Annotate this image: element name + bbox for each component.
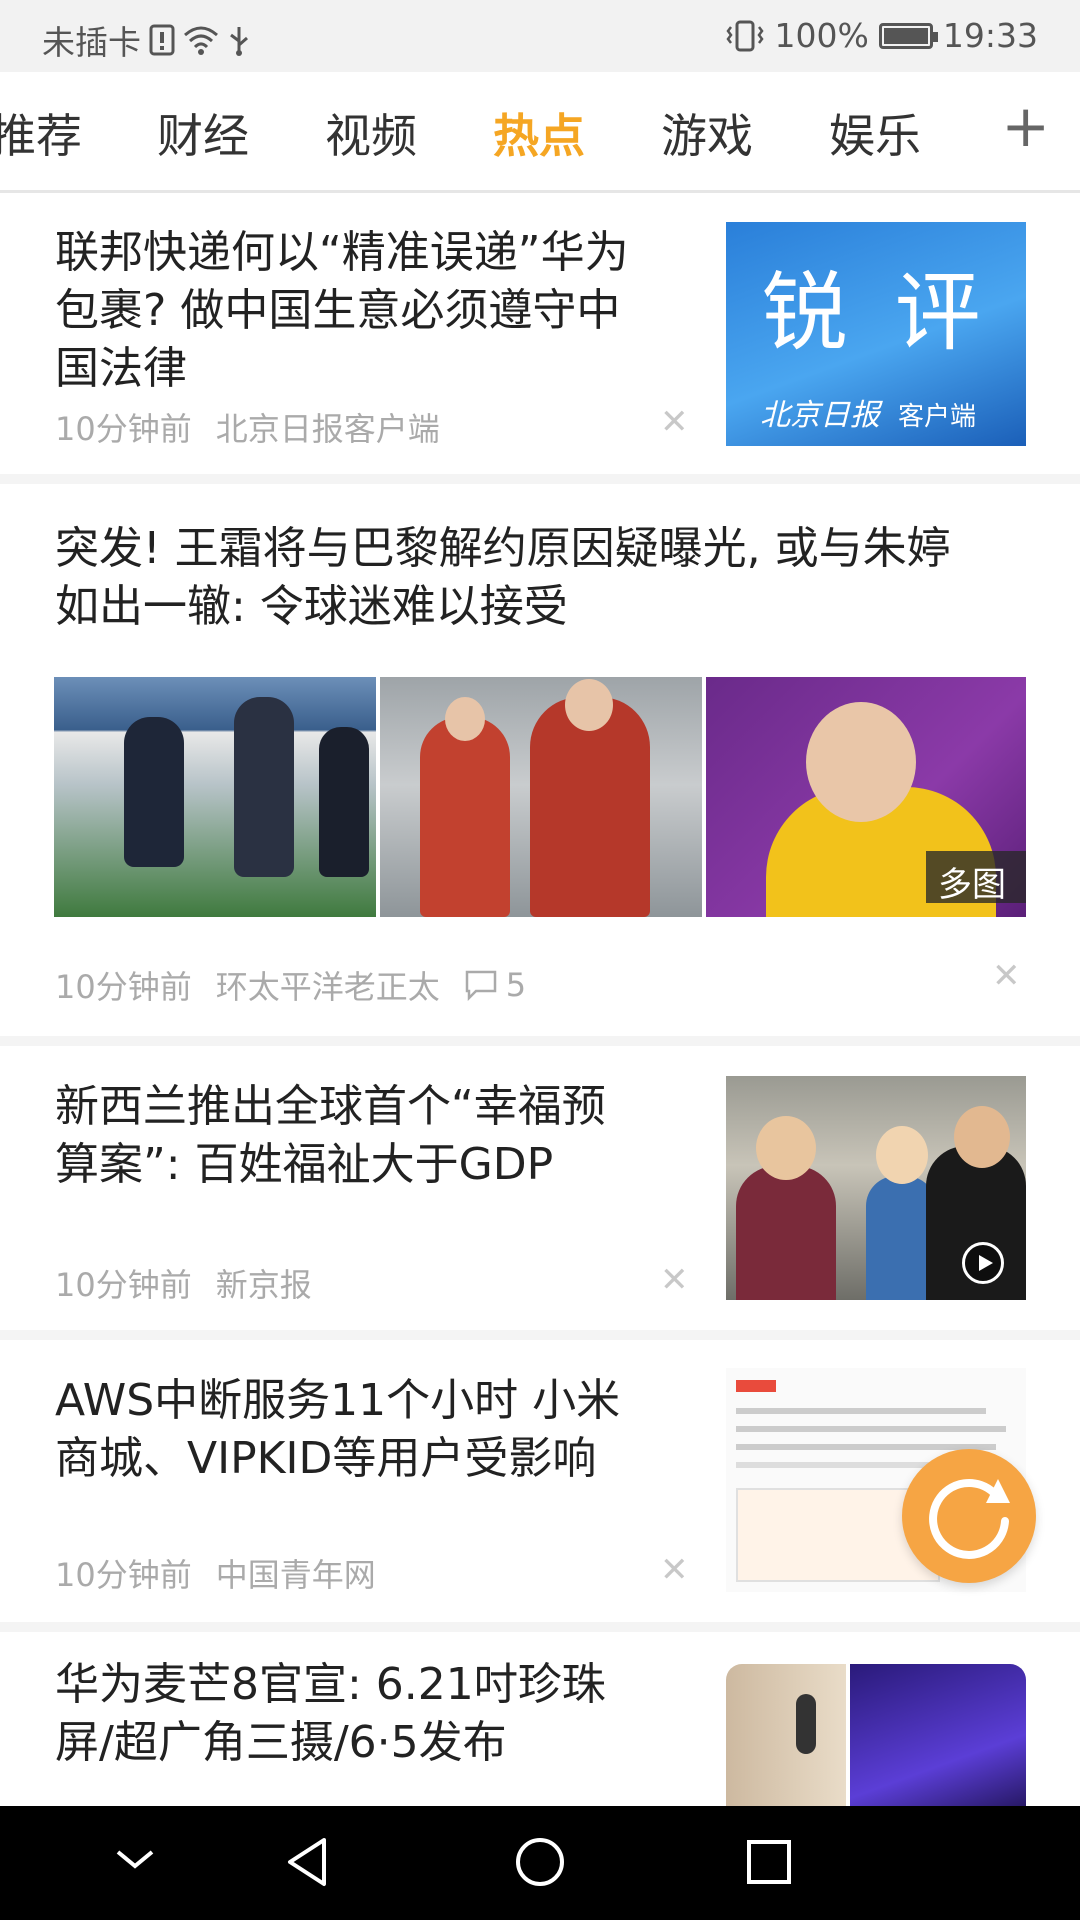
- dismiss-icon[interactable]: ✕: [992, 956, 1021, 996]
- title-line: 联邦快递何以“精准误递”华为: [55, 227, 629, 278]
- article-title: 华为麦芒8官宣: 6.21吋珍珠 屏/超广角三摄/6·5发布: [55, 1656, 695, 1772]
- article-meta: 10分钟前 环太平洋老正太 5: [55, 962, 526, 1008]
- title-line: 国法律: [55, 343, 187, 394]
- play-icon: [962, 1242, 1004, 1284]
- article-thumbnail[interactable]: [726, 1664, 1026, 1806]
- divider: [0, 1622, 1080, 1632]
- thumb-headline: 锐 评: [761, 263, 991, 363]
- system-nav-bar: [0, 1806, 1080, 1920]
- vibrate-icon: [725, 20, 764, 51]
- article-time: 10分钟前: [55, 410, 192, 448]
- home-icon[interactable]: [512, 1834, 568, 1890]
- dismiss-icon[interactable]: ✕: [660, 402, 689, 442]
- article-time: 10分钟前: [55, 1266, 192, 1304]
- sim-alert-icon: [149, 24, 175, 56]
- tab-recommend[interactable]: 推荐: [0, 100, 82, 166]
- refresh-icon: [929, 1479, 1010, 1559]
- add-channel-button[interactable]: +: [1001, 92, 1050, 160]
- clock: 19:33: [942, 16, 1038, 55]
- title-line: AWS中断服务11个小时 小米: [55, 1375, 621, 1426]
- title-line: 新西兰推出全球首个“幸福预: [55, 1081, 606, 1132]
- status-bar: 未插卡 100% 19:33: [0, 0, 1080, 72]
- multi-image-badge: 多图: [926, 851, 1026, 905]
- article-thumbnail[interactable]: 锐 评 北京日报 客户端: [726, 222, 1026, 446]
- usb-icon: [230, 27, 248, 56]
- tab-hot[interactable]: 热点: [493, 100, 585, 166]
- tab-finance[interactable]: 财经: [157, 100, 249, 166]
- recents-icon[interactable]: [744, 1834, 794, 1890]
- article-time: 10分钟前: [55, 1556, 192, 1594]
- article-source: 北京日报客户端: [215, 410, 440, 448]
- comment-count-text: 5: [505, 966, 527, 1004]
- comment-count: 5: [464, 966, 526, 1004]
- refresh-button[interactable]: [902, 1449, 1036, 1583]
- dismiss-icon[interactable]: ✕: [660, 1260, 689, 1300]
- title-line: 如出一辙: 令球迷难以接受: [55, 581, 568, 632]
- article-source: 新京报: [215, 1266, 312, 1304]
- title-line: 突发! 王霜将与巴黎解约原因疑曝光, 或与朱婷: [55, 523, 951, 574]
- wifi-icon: [184, 26, 218, 55]
- article-meta: 10分钟前 新京报: [55, 1260, 312, 1306]
- article-thumbnail[interactable]: [726, 1076, 1026, 1300]
- article-meta: 10分钟前 北京日报客户端: [55, 404, 440, 450]
- article-thumbnail-2[interactable]: [380, 677, 702, 917]
- article-source: 中国青年网: [215, 1556, 376, 1594]
- title-line: 华为麦芒8官宣: 6.21吋珍珠: [55, 1659, 606, 1710]
- title-line: 包裹? 做中国生意必须遵守中: [55, 285, 621, 336]
- multi-image-label: 多图: [938, 865, 1006, 905]
- article-title: AWS中断服务11个小时 小米 商城、VIPKID等用户受影响: [55, 1372, 695, 1488]
- article-title: 联邦快递何以“精准误递”华为 包裹? 做中国生意必须遵守中 国法律: [55, 224, 695, 398]
- dismiss-icon[interactable]: ✕: [660, 1550, 689, 1590]
- tab-video[interactable]: 视频: [325, 100, 417, 166]
- tab-entertainment[interactable]: 娱乐: [829, 100, 921, 166]
- title-line: 商城、VIPKID等用户受影响: [55, 1433, 597, 1484]
- article-title: 突发! 王霜将与巴黎解约原因疑曝光, 或与朱婷 如出一辙: 令球迷难以接受: [55, 520, 1035, 636]
- carrier-text: 未插卡: [42, 23, 141, 62]
- thumb-caption: 客户端: [898, 402, 977, 432]
- back-icon[interactable]: [282, 1834, 332, 1890]
- article-meta: 10分钟前 中国青年网: [55, 1550, 376, 1596]
- title-line: 屏/超广角三摄/6·5发布: [55, 1717, 507, 1768]
- divider: [0, 1036, 1080, 1046]
- chevron-down-icon[interactable]: [112, 1834, 158, 1884]
- title-line: 算案”: 百姓福祉大于GDP: [55, 1139, 554, 1190]
- comment-icon: [465, 970, 496, 1001]
- battery-icon: [878, 22, 938, 49]
- tab-games[interactable]: 游戏: [661, 100, 753, 166]
- divider: [0, 474, 1080, 484]
- battery-percent: 100%: [774, 16, 869, 55]
- article-title: 新西兰推出全球首个“幸福预 算案”: 百姓福祉大于GDP: [55, 1078, 695, 1194]
- article-source: 环太平洋老正太: [215, 968, 440, 1006]
- article-thumbnail-1[interactable]: [54, 677, 376, 917]
- article-thumbnail-3[interactable]: 多图: [706, 677, 1026, 917]
- divider: [0, 1330, 1080, 1340]
- thumb-brand-logo: 北京日报: [760, 398, 880, 433]
- article-time: 10分钟前: [55, 968, 192, 1006]
- category-tab-bar: 推荐 财经 视频 热点 游戏 娱乐 +: [0, 72, 1080, 193]
